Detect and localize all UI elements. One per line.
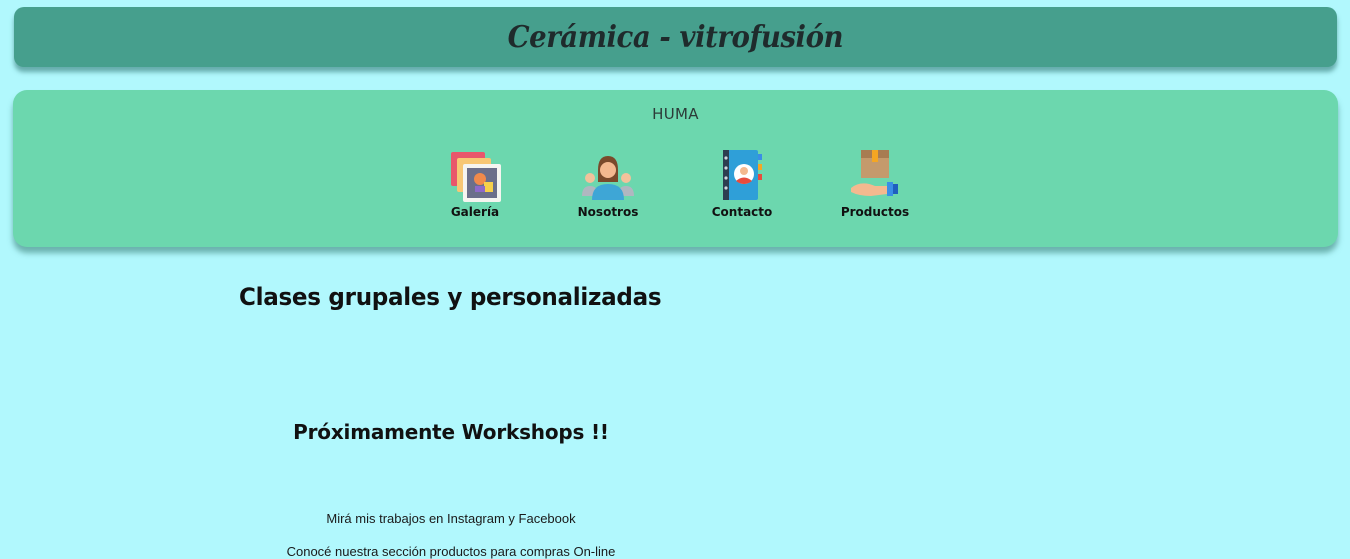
nav-item-galeria[interactable]: Galería — [420, 148, 530, 219]
nav-panel: HUMA Galería Nosotros Contacto Productos — [13, 90, 1338, 247]
nav-item-contacto[interactable]: Contacto — [687, 148, 797, 219]
nav-item-label: Nosotros — [577, 205, 639, 219]
hand-package-icon — [851, 150, 898, 196]
site-title: Cerámica - vitrofusión — [507, 19, 844, 55]
nav-item-label: Galería — [450, 205, 500, 219]
gallery-icon — [451, 152, 501, 202]
brand-name: HUMA — [652, 105, 699, 123]
people-group-icon — [582, 156, 634, 200]
workshops-heading: Próximamente Workshops !! — [293, 420, 609, 444]
page-heading: Clases grupales y personalizadas — [239, 283, 662, 311]
nav-item-label: Productos — [840, 205, 910, 219]
site-header: Cerámica - vitrofusión — [14, 7, 1337, 67]
products-text: Conocé nuestra sección productos para co… — [286, 544, 616, 559]
address-book-icon — [723, 150, 762, 200]
nav-item-nosotros[interactable]: Nosotros — [553, 148, 663, 219]
nav-item-label: Contacto — [711, 205, 773, 219]
nav-item-productos[interactable]: Productos — [820, 148, 930, 219]
social-text: Mirá mis trabajos en Instagram y Faceboo… — [326, 511, 576, 526]
